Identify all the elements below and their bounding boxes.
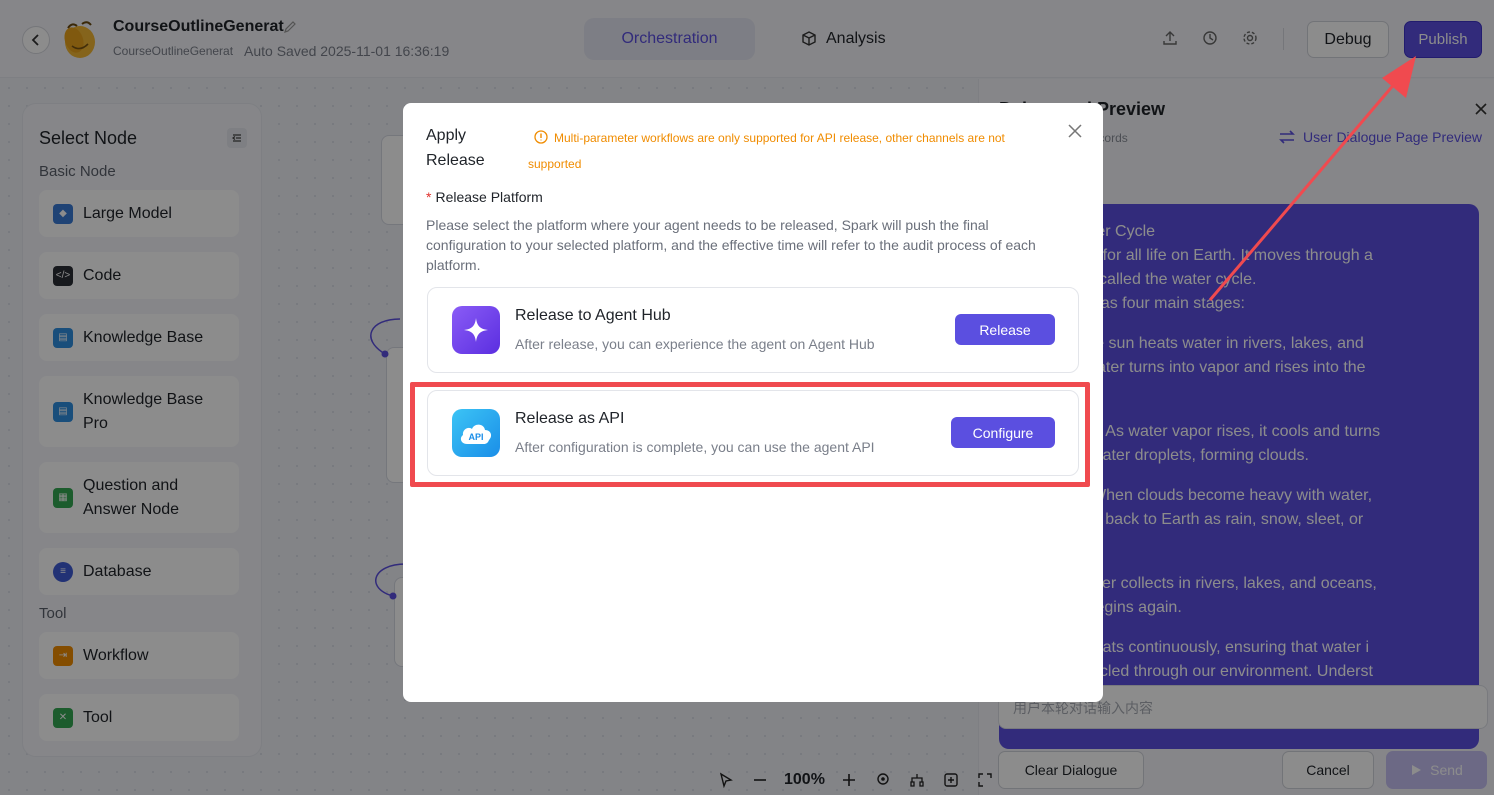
annotation-arrow-icon: [1208, 56, 1416, 301]
sparkle-icon: [452, 306, 500, 354]
multi-param-warning: Multi-parameter workflows are only suppo…: [528, 125, 1058, 177]
release-platform-label: * Release Platform: [426, 189, 543, 205]
required-mark: *: [426, 189, 432, 205]
field-label-text: Release Platform: [435, 189, 543, 205]
release-button[interactable]: Release: [955, 314, 1055, 345]
warning-text: Multi-parameter workflows are only suppo…: [528, 131, 1005, 171]
release-platform-description: Please select the platform where your ag…: [426, 217, 1036, 273]
platform-name: Release to Agent Hub: [515, 307, 671, 324]
warning-circle-icon: [534, 130, 548, 144]
platform-description: After release, you can experience the ag…: [515, 336, 875, 352]
annotation-highlight-box: [410, 382, 1090, 487]
dialog-title: Apply Release: [426, 127, 485, 169]
platform-card-agent-hub[interactable]: Release to Agent Hub After release, you …: [427, 287, 1079, 373]
close-icon[interactable]: [1067, 123, 1083, 139]
